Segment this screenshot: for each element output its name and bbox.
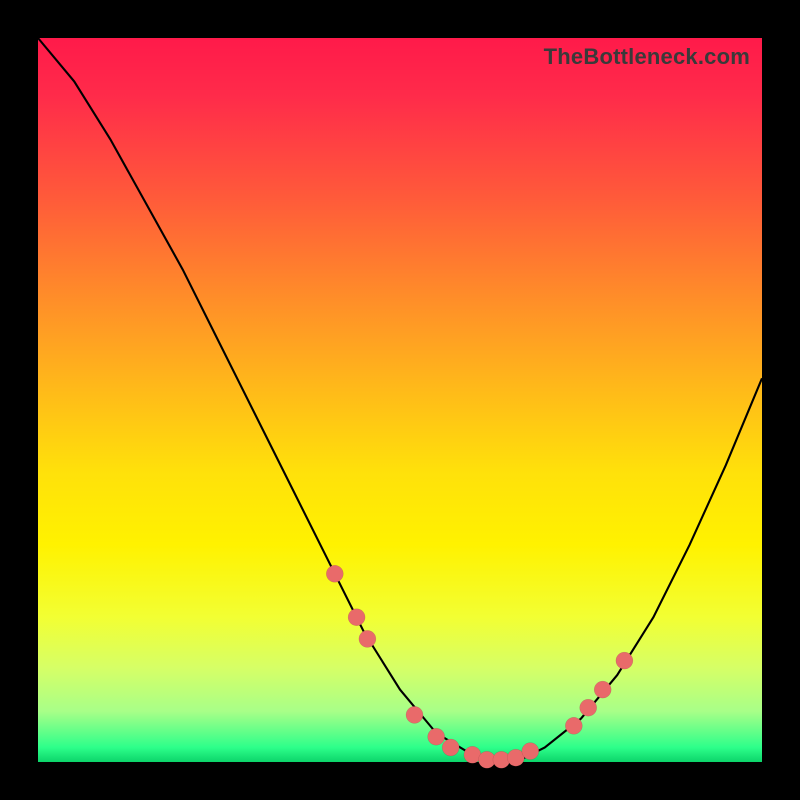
chart-frame: TheBottleneck.com [0,0,800,800]
marker-dot [406,706,423,723]
marker-dot [594,681,611,698]
marker-dot [616,652,633,669]
marker-dot [580,699,597,716]
curve-layer [38,38,762,762]
bottleneck-curve [38,38,762,762]
plot-area: TheBottleneck.com [38,38,762,762]
marker-dots [326,565,633,768]
marker-dot [565,717,582,734]
marker-dot [428,728,445,745]
marker-dot [326,565,343,582]
marker-dot [359,630,376,647]
marker-dot [348,609,365,626]
marker-dot [442,739,459,756]
marker-dot [522,743,539,760]
